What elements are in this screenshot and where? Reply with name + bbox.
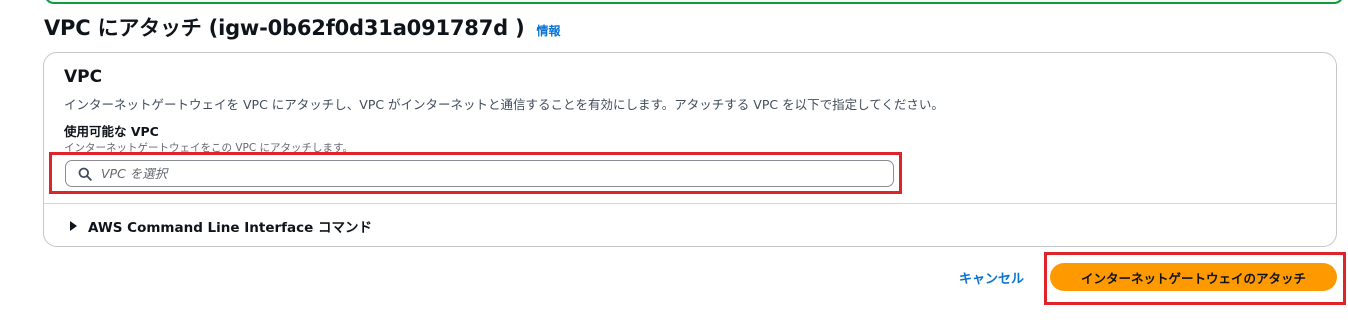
section-description: インターネットゲートウェイを VPC にアタッチし、VPC がインターネットと通… xyxy=(64,97,944,112)
cancel-button[interactable]: キャンセル xyxy=(959,268,1024,287)
cli-expandable-section[interactable]: AWS Command Line Interface コマンド xyxy=(70,216,372,236)
page-title: VPC にアタッチ (igw-0b62f0d31a091787d ) xyxy=(44,16,525,40)
page-header: VPC にアタッチ (igw-0b62f0d31a091787d ) 情報 xyxy=(44,12,561,42)
divider xyxy=(44,203,1336,204)
vpc-search-input[interactable] xyxy=(101,162,861,185)
success-banner-edge xyxy=(44,0,1344,4)
search-icon xyxy=(77,166,93,182)
cli-section-label: AWS Command Line Interface コマンド xyxy=(88,220,372,236)
info-link[interactable]: 情報 xyxy=(536,22,560,39)
vpc-container: VPC インターネットゲートウェイを VPC にアタッチし、VPC がインターネ… xyxy=(43,52,1337,247)
available-vpc-label: 使用可能な VPC xyxy=(64,124,159,139)
attach-igw-button[interactable]: インターネットゲートウェイのアタッチ xyxy=(1050,263,1337,291)
caret-right-icon xyxy=(70,221,77,231)
section-title: VPC xyxy=(64,67,103,87)
available-vpc-description: インターネットゲートウェイをこの VPC にアタッチします。 xyxy=(64,142,353,154)
vpc-select[interactable] xyxy=(65,160,894,187)
